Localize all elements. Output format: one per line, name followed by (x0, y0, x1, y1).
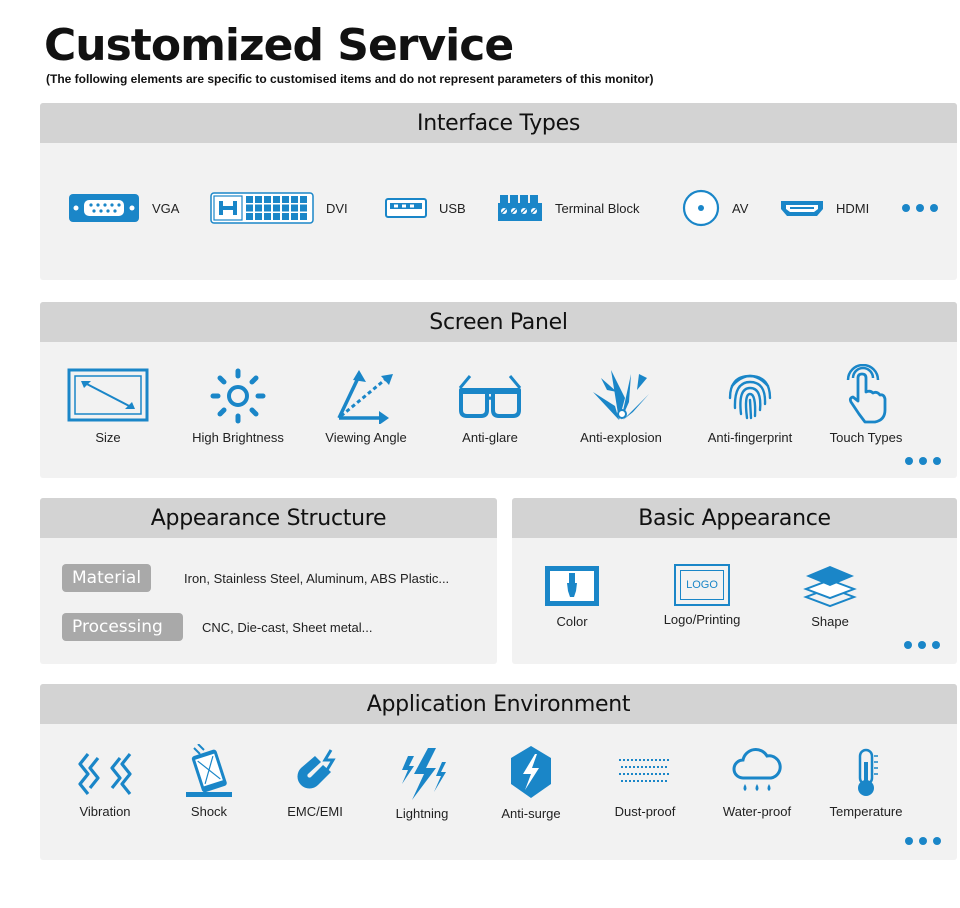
vga-port-icon (69, 194, 139, 222)
appearance-label-logo: Logo/Printing (663, 612, 741, 627)
environment-item-emc: EMC/EMI (255, 748, 375, 819)
environment-label-vibration: Vibration (79, 804, 131, 819)
more-interfaces-icon (902, 204, 938, 212)
rain-cloud-icon (732, 748, 782, 791)
explosion-icon (593, 370, 649, 420)
fingerprint-icon (728, 374, 772, 420)
lightning-icon (402, 748, 446, 800)
more-environment-options-icon (905, 837, 941, 845)
interface-item-usb: USB (385, 198, 466, 218)
thermometer-icon (858, 748, 878, 796)
screen-item-touch-types: Touch Types (806, 364, 926, 445)
interface-item-dvi: DVI (210, 192, 348, 224)
screen-item-brightness: High Brightness (178, 368, 298, 445)
basic-appearance-panel: Basic Appearance Color LOGO Logo/Printin… (512, 498, 957, 664)
processing-value: CNC, Die-cast, Sheet metal... (202, 620, 373, 635)
more-appearance-options-icon (904, 641, 940, 649)
environment-label-water-proof: Water-proof (722, 804, 792, 819)
viewing-angle-icon (337, 370, 393, 424)
environment-label-temperature: Temperature (829, 804, 903, 819)
screen-panel-heading: Screen Panel (40, 302, 957, 342)
interface-label-terminal-block: Terminal Block (555, 200, 640, 216)
environment-item-shock: Shock (149, 744, 269, 819)
interface-types-panel: Interface Types VGA DVI USB Terminal Blo… (40, 103, 957, 280)
appearance-structure-panel: Appearance Structure Material Iron, Stai… (40, 498, 497, 664)
screen-item-anti-glare: Anti-glare (430, 368, 550, 445)
glasses-icon (458, 375, 522, 418)
page-subtitle: (The following elements are specific to … (46, 72, 654, 86)
screen-item-size: Size (48, 368, 168, 445)
screen-label-size: Size (95, 430, 121, 445)
size-icon (67, 368, 149, 422)
interface-item-av: AV (682, 189, 748, 227)
screen-item-anti-fingerprint: Anti-fingerprint (690, 368, 810, 445)
appearance-structure-heading: Appearance Structure (40, 498, 497, 538)
layers-icon (803, 566, 857, 608)
environment-item-anti-surge: Anti-surge (471, 744, 591, 821)
interface-types-heading: Interface Types (40, 103, 957, 143)
screen-label-brightness: High Brightness (192, 430, 284, 445)
environment-item-water-proof: Water-proof (697, 748, 817, 819)
screen-label-viewing-angle: Viewing Angle (325, 430, 407, 445)
interface-label-usb: USB (439, 200, 466, 216)
appearance-label-shape: Shape (811, 614, 849, 629)
appearance-item-color: Color (512, 564, 632, 629)
environment-label-shock: Shock (190, 804, 228, 819)
brightness-icon (210, 368, 266, 424)
environment-item-temperature: Temperature (806, 748, 926, 819)
surge-shield-icon (511, 746, 551, 798)
magnet-icon (297, 749, 336, 789)
touch-icon (846, 364, 887, 424)
screen-label-anti-glare: Anti-glare (462, 430, 518, 445)
screen-label-anti-explosion: Anti-explosion (580, 430, 662, 445)
interface-item-hdmi: HDMI (780, 199, 869, 217)
hdmi-port-icon (781, 201, 823, 216)
page-title: Customized Service (44, 20, 514, 71)
interface-label-dvi: DVI (326, 200, 348, 216)
shock-icon (186, 744, 232, 797)
environment-label-anti-surge: Anti-surge (501, 806, 561, 821)
application-environment-heading: Application Environment (40, 684, 957, 724)
environment-item-vibration: Vibration (45, 748, 165, 819)
interface-label-hdmi: HDMI (836, 200, 870, 216)
logo-text: LOGO (686, 579, 718, 591)
dvi-port-icon (210, 192, 314, 224)
color-brush-icon (545, 566, 599, 606)
screen-item-anti-explosion: Anti-explosion (561, 368, 681, 445)
environment-label-dust-proof: Dust-proof (614, 804, 676, 819)
appearance-item-shape: Shape (770, 564, 890, 629)
screen-label-touch-types: Touch Types (829, 430, 903, 445)
basic-appearance-heading: Basic Appearance (512, 498, 957, 538)
usb-port-icon (385, 198, 427, 218)
dust-icon (619, 759, 671, 782)
environment-item-dust-proof: Dust-proof (585, 748, 705, 819)
material-value: Iron, Stainless Steel, Aluminum, ABS Pla… (184, 571, 450, 586)
terminal-block-icon (498, 195, 542, 221)
application-environment-panel: Application Environment Vibration Shock (40, 684, 957, 860)
appearance-item-logo: LOGO Logo/Printing (642, 564, 762, 627)
environment-label-lightning: Lightning (395, 806, 449, 821)
interface-item-vga: VGA (68, 191, 179, 225)
av-port-icon (682, 189, 720, 227)
more-screen-options-icon (905, 457, 941, 465)
appearance-label-color: Color (556, 614, 588, 629)
vibration-icon (78, 753, 132, 795)
screen-panel-panel: Screen Panel Size High Brightness Viewin… (40, 302, 957, 478)
interface-item-terminal-block: Terminal Block (497, 194, 640, 222)
processing-badge: Processing (62, 613, 183, 641)
interface-label-vga: VGA (152, 200, 180, 216)
environment-label-emc: EMC/EMI (287, 804, 343, 819)
interface-label-av: AV (732, 200, 749, 216)
material-badge: Material (62, 564, 152, 592)
screen-item-viewing-angle: Viewing Angle (306, 368, 426, 445)
screen-label-anti-fingerprint: Anti-fingerprint (707, 430, 793, 445)
logo-icon: LOGO (674, 564, 730, 606)
environment-item-lightning: Lightning (362, 748, 482, 821)
